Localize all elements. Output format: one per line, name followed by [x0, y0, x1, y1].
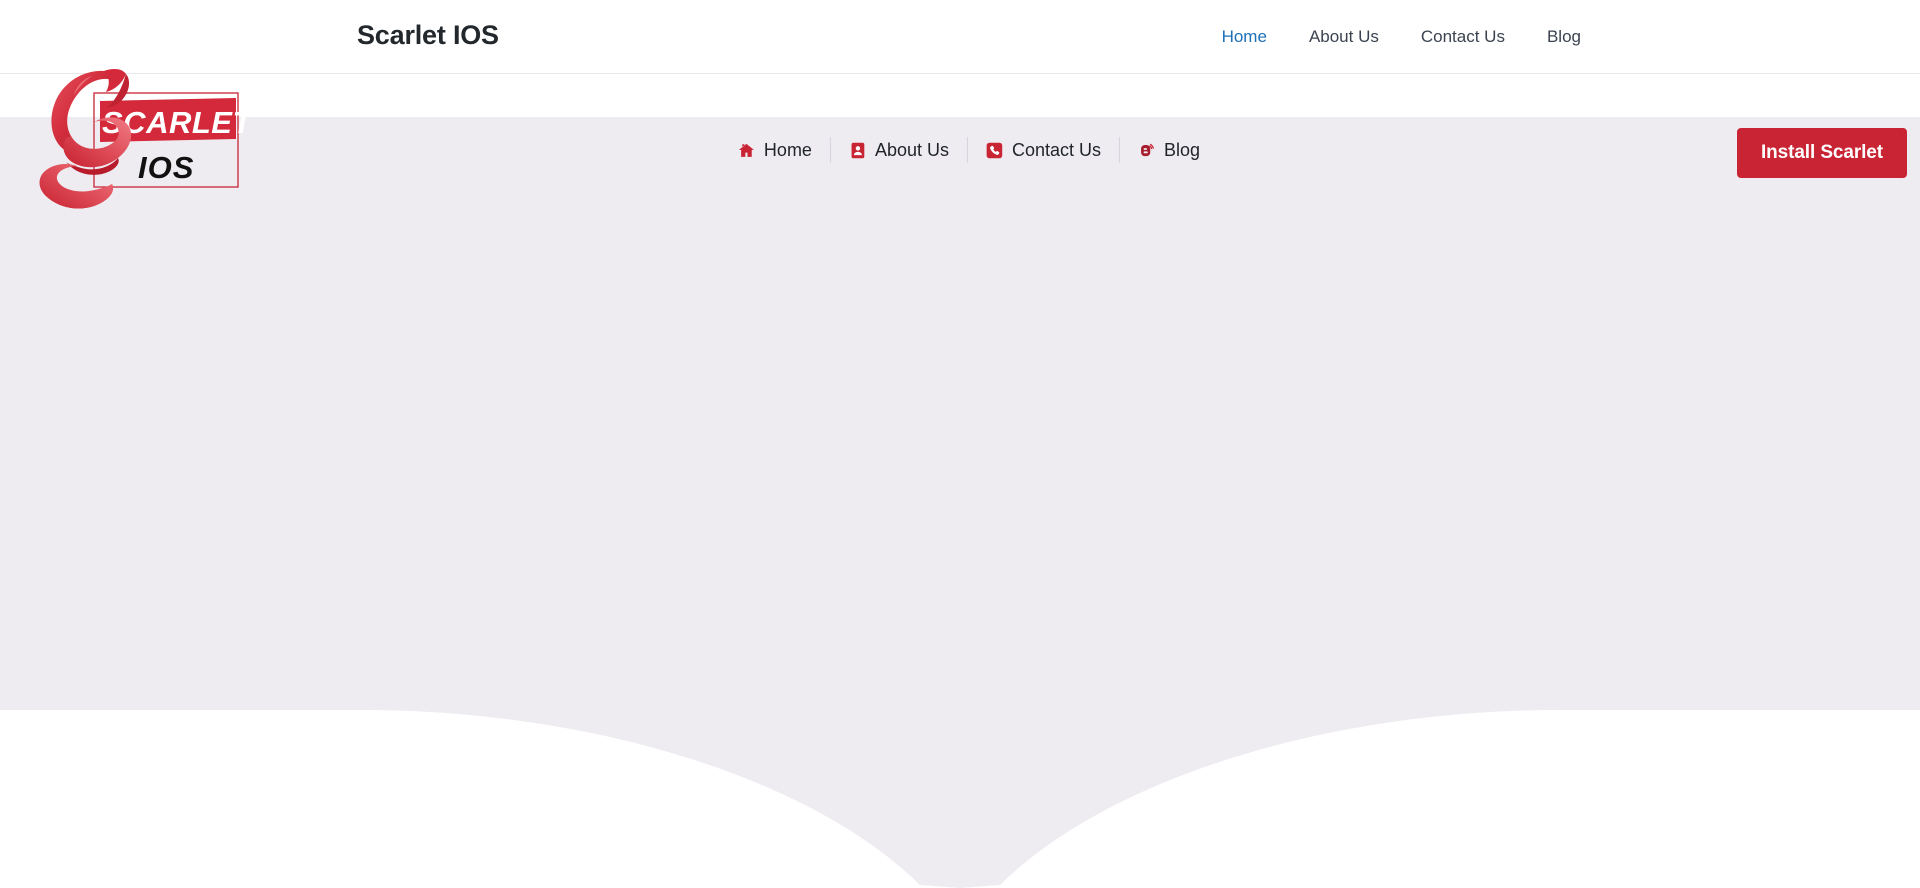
blogger-icon: [1138, 142, 1155, 159]
hero-nav-item-contact-us[interactable]: Contact Us: [968, 137, 1121, 163]
page-root: Scarlet IOS Home About Us Contact Us Blo…: [0, 0, 1920, 888]
topnav-item-about-us[interactable]: About Us: [1288, 25, 1400, 49]
address-card-icon: [849, 142, 866, 159]
home-icon: [738, 142, 755, 159]
phone-square-icon: [986, 142, 1003, 159]
primary-navigation: Home About Us Contact Us Blog: [1201, 25, 1602, 49]
hero-section: [0, 117, 1920, 888]
hero-background-shape: [0, 117, 1920, 888]
hero-nav-label: About Us: [874, 140, 949, 160]
topnav-item-blog[interactable]: Blog: [1526, 25, 1602, 49]
hero-nav-item-about-us[interactable]: About Us: [831, 137, 968, 163]
hero-nav-item-blog[interactable]: Blog: [1120, 137, 1200, 163]
top-header-bar: Scarlet IOS Home About Us Contact Us Blo…: [0, 0, 1920, 74]
scarlet-ios-logo-graphic: SCARLET IOS: [39, 69, 254, 209]
svg-text:IOS: IOS: [138, 150, 194, 185]
install-scarlet-button[interactable]: Install Scarlet: [1736, 128, 1907, 178]
hero-nav-label: Home: [763, 140, 812, 160]
hero-nav-label: Blog: [1164, 140, 1201, 160]
site-logo[interactable]: SCARLET IOS: [14, 66, 254, 218]
hero-nav-label: Contact Us: [1011, 140, 1102, 160]
hero-nav-item-home[interactable]: Home: [720, 137, 831, 163]
hero-navigation: Home About Us Contact Us Blog: [0, 128, 1920, 172]
topnav-item-contact-us[interactable]: Contact Us: [1400, 25, 1526, 49]
topnav-item-home[interactable]: Home: [1201, 25, 1288, 49]
page-title: Scarlet IOS: [357, 20, 499, 50]
